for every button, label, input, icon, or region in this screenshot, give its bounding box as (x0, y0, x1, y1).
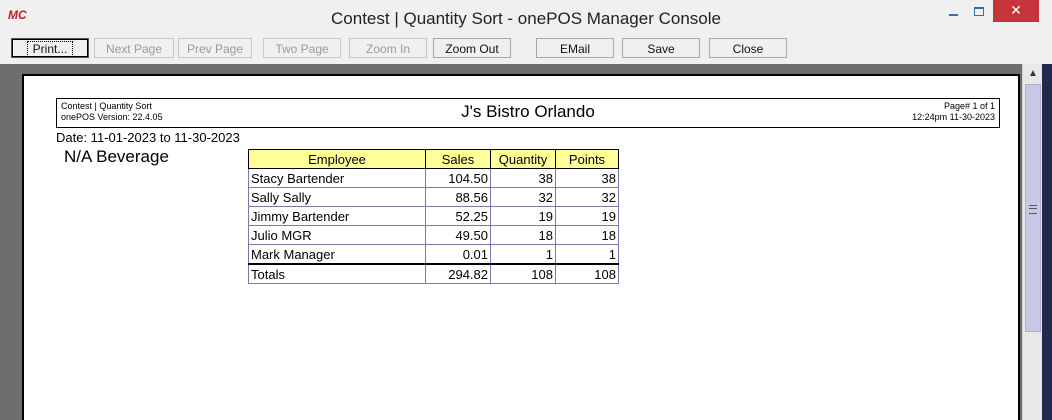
employee-cell: Mark Manager (248, 244, 426, 265)
employee-cell: Sally Sally (248, 187, 426, 207)
sales-cell: 104.50 (425, 168, 491, 188)
print-button-label: Print... (26, 41, 74, 57)
quantity-cell: 18 (490, 225, 556, 245)
page-number: Page# 1 of 1 (943, 101, 995, 111)
maximize-button[interactable] (966, 0, 992, 22)
report-header-right: Page# 1 of 1 12:24pm 11-30-2023 (912, 101, 995, 123)
employee-cell: Stacy Bartender (248, 168, 426, 188)
maximize-icon (974, 6, 984, 16)
table-row: Stacy Bartender 104.50 38 38 (248, 168, 619, 188)
points-cell: 19 (555, 206, 619, 226)
close-icon: ✕ (1010, 3, 1022, 19)
table-row: Mark Manager 0.01 1 1 (248, 244, 619, 265)
report-page: Contest | Quantity Sort onePOS Version: … (22, 74, 1020, 420)
next-page-button[interactable]: Next Page (94, 38, 174, 58)
points-cell: 1 (555, 244, 619, 265)
prev-page-button[interactable]: Prev Page (178, 38, 252, 58)
sales-cell: 52.25 (425, 206, 491, 226)
points-cell: 18 (555, 225, 619, 245)
email-button[interactable]: EMail (536, 38, 614, 58)
print-button[interactable]: Print... (11, 38, 89, 58)
points-cell: 32 (555, 187, 619, 207)
table-header-row: Employee Sales Quantity Points (248, 149, 619, 169)
close-window-button[interactable]: ✕ (993, 0, 1039, 22)
print-timestamp: 12:24pm 11-30-2023 (912, 112, 995, 122)
sales-cell: 49.50 (425, 225, 491, 245)
employee-cell: Julio MGR (248, 225, 426, 245)
minimize-icon (948, 14, 958, 16)
toolbar: Print... Next Page Prev Page Two Page Zo… (0, 36, 1052, 64)
column-header-employee: Employee (248, 149, 426, 169)
vertical-scrollbar[interactable]: ▲ (1022, 64, 1043, 420)
contest-table: Employee Sales Quantity Points Stacy Bar… (248, 149, 619, 284)
column-header-sales: Sales (425, 149, 491, 169)
zoom-out-button[interactable]: Zoom Out (433, 38, 511, 58)
sales-cell: 0.01 (425, 244, 491, 265)
store-name: J's Bistro Orlando (461, 102, 595, 121)
column-header-points: Points (555, 149, 619, 169)
employee-cell: Jimmy Bartender (248, 206, 426, 226)
totals-row: Totals 294.82 108 108 (248, 263, 619, 284)
sales-cell: 88.56 (425, 187, 491, 207)
date-range: Date: 11-01-2023 to 11-30-2023 (56, 130, 240, 145)
table-row: Julio MGR 49.50 18 18 (248, 225, 619, 245)
close-button[interactable]: Close (709, 38, 787, 58)
quantity-cell: 32 (490, 187, 556, 207)
points-cell: 38 (555, 168, 619, 188)
table-row: Jimmy Bartender 52.25 19 19 (248, 206, 619, 226)
column-header-quantity: Quantity (490, 149, 556, 169)
two-page-button[interactable]: Two Page (263, 38, 341, 58)
save-button[interactable]: Save (622, 38, 700, 58)
minimize-button[interactable] (940, 0, 966, 22)
quantity-cell: 38 (490, 168, 556, 188)
totals-points: 108 (555, 263, 619, 284)
print-preview-area[interactable]: Contest | Quantity Sort onePOS Version: … (0, 64, 1022, 420)
grip-icon (1029, 205, 1037, 214)
quantity-cell: 19 (490, 206, 556, 226)
totals-label: Totals (248, 263, 426, 284)
zoom-in-button[interactable]: Zoom In (349, 38, 427, 58)
quantity-cell: 1 (490, 244, 556, 265)
category-title: N/A Beverage (64, 147, 169, 166)
report-header: Contest | Quantity Sort onePOS Version: … (56, 98, 1000, 128)
window-edge (1042, 64, 1052, 420)
scroll-thumb[interactable] (1025, 84, 1041, 332)
window-title: Contest | Quantity Sort - onePOS Manager… (331, 9, 721, 28)
totals-quantity: 108 (490, 263, 556, 284)
title-bar: MC Contest | Quantity Sort - onePOS Mana… (0, 0, 1052, 37)
scroll-up-arrow-icon[interactable]: ▲ (1023, 66, 1043, 82)
totals-sales: 294.82 (425, 263, 491, 284)
table-row: Sally Sally 88.56 32 32 (248, 187, 619, 207)
